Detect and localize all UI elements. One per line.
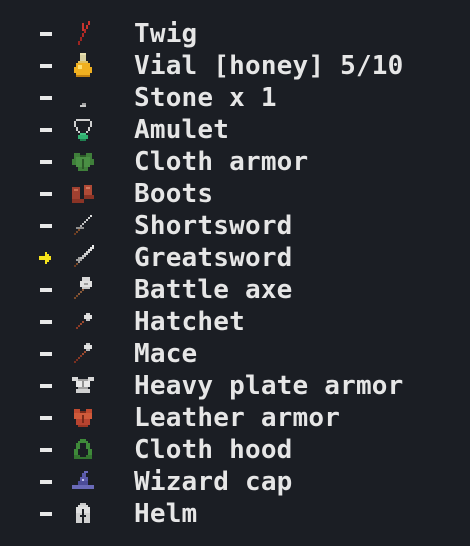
selection-arrow-icon [36, 242, 56, 274]
item-label: Leather armor [134, 403, 341, 433]
honey-vial-icon [70, 53, 96, 79]
item-label: Heavy plate armor [134, 371, 404, 401]
boots-icon [70, 181, 96, 207]
item-label: Vial [honey] 5/10 [134, 51, 404, 81]
cloth-hood-icon [70, 437, 96, 463]
inventory-item-wizard-cap[interactable]: Wizard cap [0, 466, 470, 498]
twig-icon [70, 21, 96, 47]
inventory-item-helm[interactable]: Helm [0, 498, 470, 530]
item-label: Boots [134, 179, 214, 209]
dash-marker [36, 274, 56, 306]
inventory-item-vial[interactable]: Vial [honey] 5/10 [0, 50, 470, 82]
dash-marker [36, 338, 56, 370]
stone-icon [70, 85, 96, 111]
item-label: Wizard cap [134, 467, 293, 497]
item-label: Stone x 1 [134, 83, 277, 113]
shortsword-icon [70, 213, 96, 239]
inventory-item-leather-armor[interactable]: Leather armor [0, 402, 470, 434]
item-label: Cloth armor [134, 147, 309, 177]
item-label: Greatsword [134, 243, 293, 273]
inventory-item-twig[interactable]: Twig [0, 18, 470, 50]
cloth-armor-icon [70, 149, 96, 175]
wizard-cap-icon [70, 469, 96, 495]
item-label: Cloth hood [134, 435, 293, 465]
dash-marker [36, 210, 56, 242]
leather-armor-icon [70, 405, 96, 431]
inventory-item-stone[interactable]: Stone x 1 [0, 82, 470, 114]
dash-marker [36, 466, 56, 498]
helm-icon [70, 501, 96, 527]
mace-icon [70, 341, 96, 367]
dash-marker [36, 306, 56, 338]
dash-marker [36, 50, 56, 82]
inventory-item-hatchet[interactable]: Hatchet [0, 306, 470, 338]
dash-marker [36, 498, 56, 530]
item-label: Mace [134, 339, 198, 369]
inventory-item-boots[interactable]: Boots [0, 178, 470, 210]
hatchet-icon [70, 309, 96, 335]
dash-marker [36, 402, 56, 434]
dash-marker [36, 82, 56, 114]
inventory-item-cloth-armor[interactable]: Cloth armor [0, 146, 470, 178]
amulet-icon [70, 117, 96, 143]
inventory-item-greatsword[interactable]: Greatsword [0, 242, 470, 274]
inventory-item-shortsword[interactable]: Shortsword [0, 210, 470, 242]
battle-axe-icon [70, 277, 96, 303]
inventory-item-battle-axe[interactable]: Battle axe [0, 274, 470, 306]
inventory-item-cloth-hood[interactable]: Cloth hood [0, 434, 470, 466]
dash-marker [36, 146, 56, 178]
item-label: Helm [134, 499, 198, 529]
dash-marker [36, 370, 56, 402]
item-label: Amulet [134, 115, 230, 145]
item-label: Hatchet [134, 307, 245, 337]
inventory-item-amulet[interactable]: Amulet [0, 114, 470, 146]
dash-marker [36, 178, 56, 210]
inventory-item-mace[interactable]: Mace [0, 338, 470, 370]
greatsword-icon [70, 245, 96, 271]
item-label: Twig [134, 19, 198, 49]
dash-marker [36, 114, 56, 146]
inventory-item-heavy-plate-armor[interactable]: Heavy plate armor [0, 370, 470, 402]
dash-marker [36, 18, 56, 50]
item-label: Shortsword [134, 211, 293, 241]
plate-armor-icon [70, 373, 96, 399]
item-label: Battle axe [134, 275, 293, 305]
dash-marker [36, 434, 56, 466]
inventory-list: Twig Vial [honey] 5/10 Stone x 1 Amulet … [0, 18, 470, 530]
